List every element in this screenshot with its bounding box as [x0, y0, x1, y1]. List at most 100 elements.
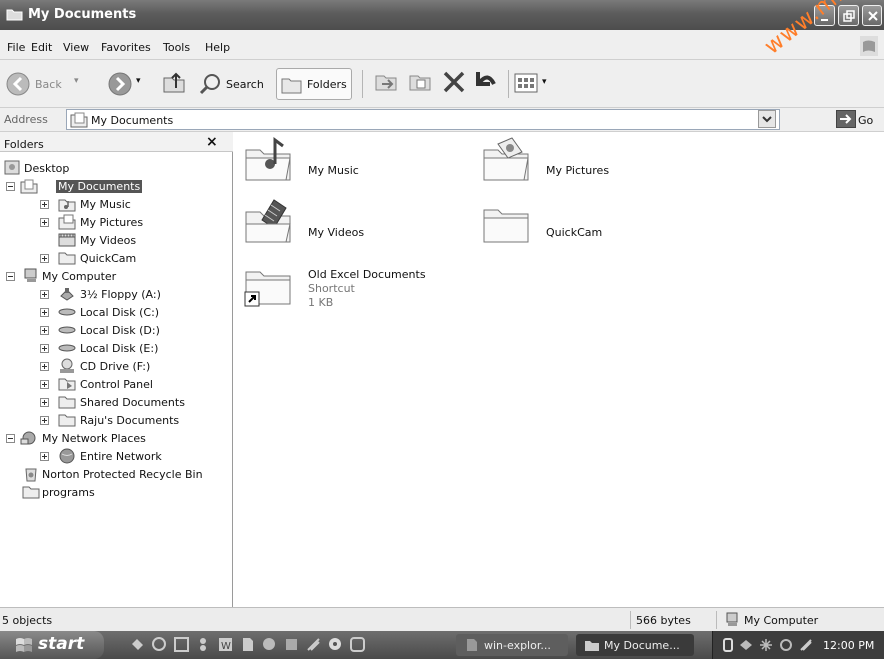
messenger-icon[interactable] — [196, 637, 211, 652]
quick-launch-icon[interactable] — [284, 637, 299, 652]
file-item-quickcam[interactable]: QuickCam — [482, 198, 702, 254]
tree-item-my-network-places[interactable]: My Network Places — [0, 430, 233, 448]
taskbar-button-win-explorer[interactable]: win-explor... — [456, 634, 568, 656]
quick-launch-icon[interactable] — [240, 637, 255, 652]
quick-launch-icon[interactable] — [328, 637, 343, 652]
expand-icon[interactable] — [40, 200, 49, 209]
file-name: My Music — [308, 164, 359, 177]
tree-item-my-computer[interactable]: My Computer — [0, 268, 233, 286]
status-location: My Computer — [744, 614, 819, 627]
taskbar-button-my-documents[interactable]: My Docume... — [576, 634, 694, 656]
tree-item-shared-documents[interactable]: Shared Documents — [0, 394, 233, 412]
file-item-old-excel-documents[interactable]: Old Excel Documents Shortcut 1 KB — [244, 262, 464, 322]
tree-label: My Pictures — [80, 216, 144, 229]
quick-launch-icon[interactable] — [174, 637, 189, 652]
tree-item-my-music[interactable]: My Music — [0, 196, 233, 214]
expand-icon[interactable] — [40, 452, 49, 461]
tree-label: programs — [42, 486, 95, 499]
address-bar: Address My Documents Go — [0, 108, 884, 132]
file-item-my-videos[interactable]: My Videos — [244, 198, 464, 254]
quick-launch-icon[interactable] — [350, 637, 365, 652]
delete-icon[interactable] — [440, 68, 468, 100]
expand-icon[interactable] — [40, 308, 49, 317]
quick-launch-icon[interactable] — [306, 637, 321, 652]
copy-to-icon[interactable] — [406, 68, 434, 100]
tree-item-entire-network[interactable]: Entire Network — [0, 448, 233, 466]
file-name: QuickCam — [546, 226, 603, 239]
views-button[interactable]: ▾ — [514, 68, 554, 100]
tree-item-programs[interactable]: programs — [0, 484, 233, 502]
tree-item-local-disk-c[interactable]: Local Disk (C:) — [0, 304, 233, 322]
collapse-icon[interactable] — [6, 182, 15, 191]
menu-view[interactable]: View — [63, 41, 89, 54]
expand-icon[interactable] — [40, 290, 49, 299]
tray-icon[interactable] — [721, 638, 735, 652]
tree-label: 3½ Floppy (A:) — [80, 288, 161, 301]
expand-icon[interactable] — [40, 218, 49, 227]
search-button[interactable]: Search — [198, 68, 272, 100]
menu-favorites[interactable]: Favorites — [101, 41, 151, 54]
tree-item-quickcam[interactable]: QuickCam — [0, 250, 233, 268]
tree-item-cd-drive[interactable]: CD Drive (F:) — [0, 358, 233, 376]
word-icon[interactable]: W — [218, 637, 233, 652]
tree-item-my-documents[interactable]: My Documents — [0, 178, 233, 196]
tree-item-recycle-bin[interactable]: Norton Protected Recycle Bin — [0, 466, 233, 484]
cd-drive-icon — [60, 358, 74, 373]
clock[interactable]: 12:00 PM — [823, 639, 874, 652]
tray-icon[interactable] — [799, 638, 813, 652]
system-tray: 12:00 PM — [712, 631, 884, 659]
up-folder-button[interactable] — [160, 68, 188, 100]
close-button[interactable] — [862, 5, 882, 26]
tray-icon[interactable] — [759, 638, 773, 652]
file-item-my-pictures[interactable]: My Pictures — [482, 136, 702, 192]
forward-button[interactable]: ▾ — [108, 68, 148, 100]
go-button[interactable]: Go — [858, 114, 873, 127]
forward-dropdown-icon: ▾ — [136, 76, 141, 86]
hard-drive-icon — [58, 344, 76, 352]
expand-icon[interactable] — [40, 380, 49, 389]
undo-icon[interactable] — [472, 68, 500, 100]
menu-file[interactable]: File — [7, 41, 25, 54]
tree-item-rajus-documents[interactable]: Raju's Documents — [0, 412, 233, 430]
file-item-my-music[interactable]: My Music — [244, 136, 464, 192]
address-dropdown-icon[interactable] — [758, 110, 776, 128]
tree-item-my-videos[interactable]: My Videos — [0, 232, 233, 250]
expand-icon[interactable] — [40, 344, 49, 353]
move-to-icon[interactable] — [372, 68, 400, 100]
internet-explorer-icon[interactable] — [152, 637, 167, 652]
tree-label: My Videos — [80, 234, 137, 247]
file-name: My Pictures — [546, 164, 610, 177]
expand-icon[interactable] — [40, 254, 49, 263]
tree-item-local-disk-e[interactable]: Local Disk (E:) — [0, 340, 233, 358]
menu-edit[interactable]: Edit — [31, 41, 52, 54]
toolbar: Back ▾ ▾ Search Folders ▾ — [0, 60, 884, 108]
shortcut-folder-icon — [244, 271, 291, 307]
tray-icon[interactable] — [779, 638, 793, 652]
back-button[interactable]: Back ▾ — [4, 68, 88, 100]
collapse-icon[interactable] — [6, 272, 15, 281]
tree-item-local-disk-d[interactable]: Local Disk (D:) — [0, 322, 233, 340]
folders-button[interactable]: Folders — [276, 68, 352, 100]
go-arrow-icon[interactable] — [836, 110, 856, 128]
tree-item-my-pictures[interactable]: My Pictures — [0, 214, 233, 232]
menu-tools[interactable]: Tools — [163, 41, 190, 54]
tree-item-floppy[interactable]: 3½ Floppy (A:) — [0, 286, 233, 304]
folder-icon — [58, 414, 76, 427]
tree-item-control-panel[interactable]: Control Panel — [0, 376, 233, 394]
expand-icon[interactable] — [40, 362, 49, 371]
quick-launch-icon[interactable] — [130, 637, 145, 652]
tree-label: Desktop — [24, 162, 70, 175]
network-tray-icon[interactable] — [739, 638, 753, 652]
collapse-icon[interactable] — [6, 434, 15, 443]
tree-item-desktop[interactable]: Desktop — [0, 160, 233, 178]
close-folders-pane-button[interactable]: × — [206, 134, 218, 150]
expand-icon[interactable] — [40, 416, 49, 425]
expand-icon[interactable] — [40, 398, 49, 407]
desktop-icon — [4, 160, 20, 175]
menu-help[interactable]: Help — [205, 41, 230, 54]
start-button[interactable]: start — [0, 631, 104, 659]
quick-launch-icon[interactable] — [262, 637, 277, 652]
folders-title: Folders — [4, 138, 44, 151]
address-field[interactable]: My Documents — [66, 109, 780, 130]
expand-icon[interactable] — [40, 326, 49, 335]
